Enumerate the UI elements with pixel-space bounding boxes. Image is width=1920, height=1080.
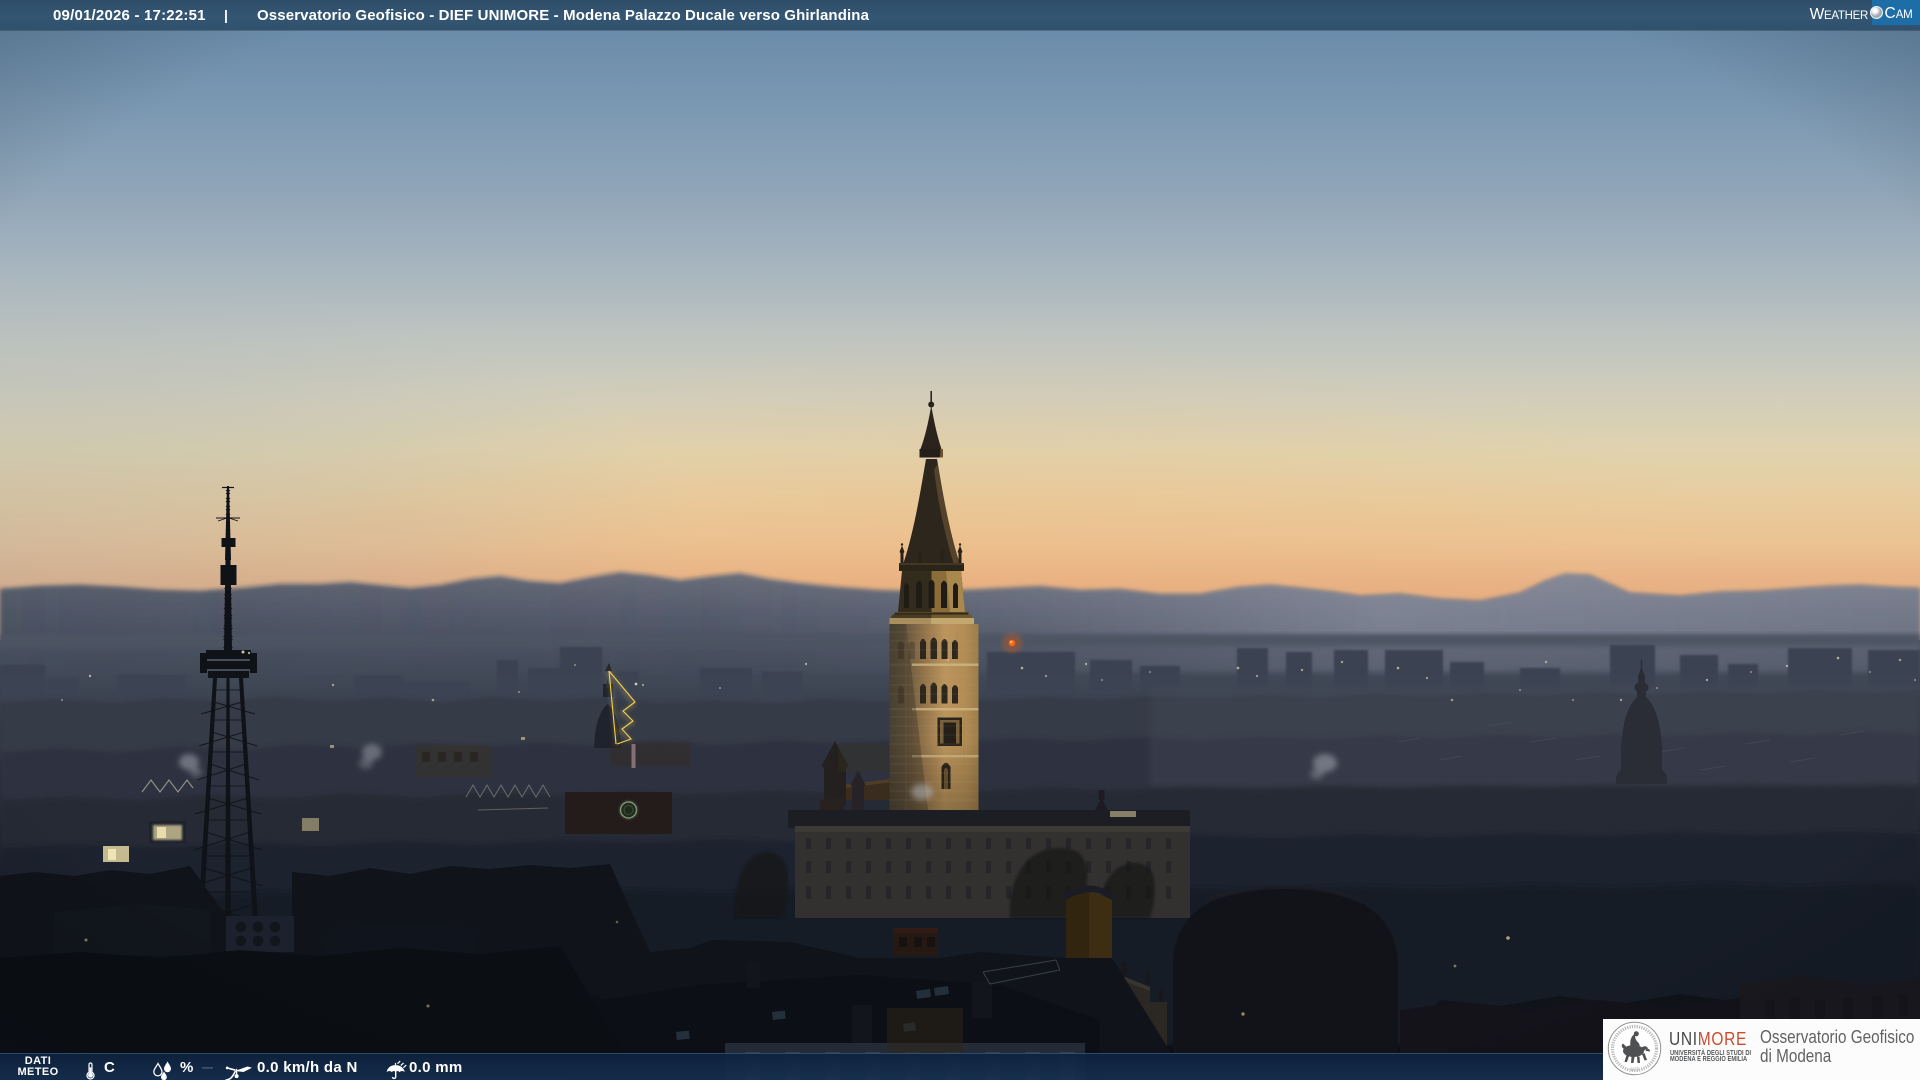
svg-text:1175: 1175 <box>1630 1067 1638 1072</box>
